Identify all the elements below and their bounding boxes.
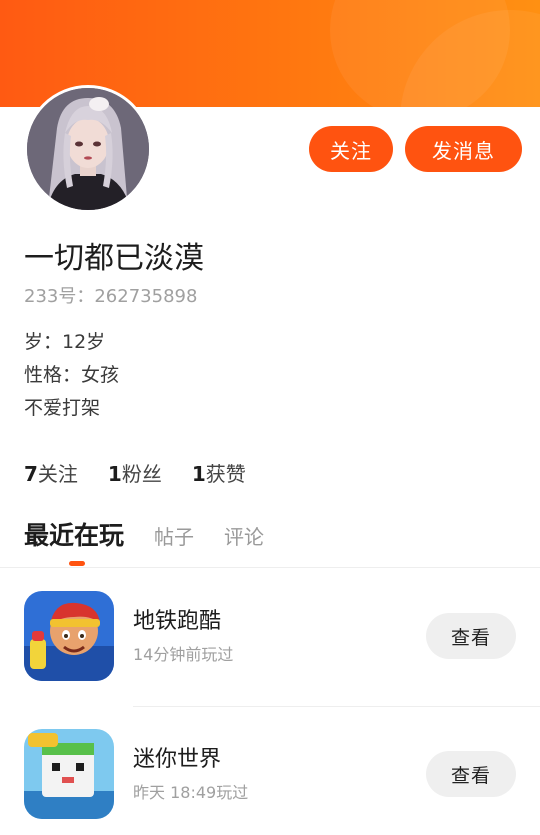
game-name: 地铁跑酷 (133, 609, 222, 634)
game-name: 迷你世界 (133, 747, 222, 772)
send-message-button[interactable]: 发消息 (405, 126, 522, 172)
profile-tabs: 最近在玩 帖子 评论 (24, 516, 294, 552)
stats-bar: 7关注 1粉丝 1获赞 (24, 458, 246, 487)
info-personality: 性格：女孩 (24, 364, 120, 386)
info-age: 岁：12岁 (24, 331, 106, 353)
tab-comments[interactable]: 评论 (224, 521, 264, 550)
follow-button[interactable]: 关注 (309, 126, 393, 172)
tab-posts[interactable]: 帖子 (154, 521, 194, 550)
tab-recently-played[interactable]: 最近在玩 (24, 516, 124, 552)
tabs-divider (0, 567, 540, 568)
game-item[interactable]: 迷你世界 昨天 18:49玩过 查看 (0, 729, 540, 829)
subway-surfers-icon (24, 591, 114, 681)
user-id: 233号：262735898 (24, 286, 198, 307)
tab-indicator (69, 561, 85, 566)
info-bio: 不爱打架 (24, 397, 101, 419)
username: 一切都已淡漠 (24, 241, 204, 276)
row-divider (133, 706, 540, 707)
stat-likes[interactable]: 1获赞 (192, 458, 246, 487)
mini-world-icon (24, 729, 114, 819)
view-game-button[interactable]: 查看 (426, 751, 516, 797)
anime-girl-avatar-icon (27, 88, 149, 210)
game-item[interactable]: 地铁跑酷 14分钟前玩过 查看 (0, 591, 540, 691)
game-last-played: 14分钟前玩过 (133, 645, 234, 664)
view-game-button[interactable]: 查看 (426, 613, 516, 659)
game-last-played: 昨天 18:49玩过 (133, 783, 249, 802)
stat-following[interactable]: 7关注 (24, 458, 78, 487)
avatar[interactable] (24, 85, 152, 213)
stat-followers[interactable]: 1粉丝 (108, 458, 162, 487)
